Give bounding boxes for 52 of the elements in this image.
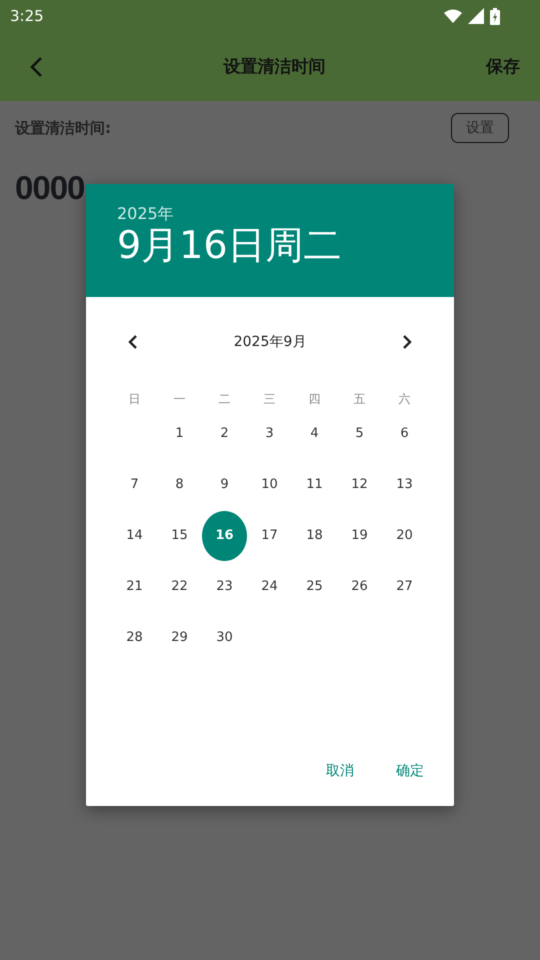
weekday-label: 三: [264, 391, 276, 408]
calendar-day[interactable]: 8: [157, 460, 202, 510]
month-title: 2025年9月: [234, 333, 306, 351]
calendar-day[interactable]: 4: [292, 408, 337, 458]
calendar-day[interactable]: 29: [157, 612, 202, 662]
calendar-day[interactable]: 1: [157, 408, 202, 458]
calendar-day[interactable]: 17: [247, 510, 292, 560]
previous-month-icon[interactable]: [128, 334, 138, 350]
calendar-day[interactable]: 14: [112, 510, 157, 560]
calendar-day[interactable]: 24: [247, 562, 292, 612]
calendar-day[interactable]: 19: [337, 510, 382, 560]
battery-icon: [490, 8, 500, 24]
calendar-day[interactable]: 16: [202, 510, 247, 560]
field-label: 设置清洁时间:: [15, 118, 111, 138]
back-icon[interactable]: [29, 56, 43, 78]
calendar-day[interactable]: 26: [337, 562, 382, 612]
calendar-day[interactable]: 12: [337, 460, 382, 510]
next-month-icon[interactable]: [402, 334, 412, 350]
calendar-day[interactable]: 6: [382, 408, 427, 458]
calendar-day[interactable]: 15: [157, 510, 202, 560]
calendar-day[interactable]: 9: [202, 460, 247, 510]
weekday-label: 四: [308, 391, 320, 408]
calendar-day[interactable]: 2: [202, 408, 247, 458]
calendar-day[interactable]: 30: [202, 612, 247, 662]
weekday-label: 六: [398, 391, 410, 408]
calendar-day[interactable]: 7: [112, 460, 157, 510]
weekday-label: 日: [128, 391, 140, 408]
dialog-button[interactable]: 取消: [318, 754, 362, 788]
calendar-day[interactable]: 5: [337, 408, 382, 458]
calendar-day[interactable]: 11: [292, 460, 337, 510]
calendar-day[interactable]: 23: [202, 562, 247, 612]
calendar-day[interactable]: 18: [292, 510, 337, 560]
weekday-label: 五: [354, 391, 366, 408]
calendar-day[interactable]: 25: [292, 562, 337, 612]
weekday-label: 一: [174, 391, 186, 408]
calendar-day[interactable]: 22: [157, 562, 202, 612]
time-value: 0000: [15, 169, 84, 207]
calendar-day[interactable]: 28: [112, 612, 157, 662]
signal-icon: [468, 8, 484, 24]
dialog-button[interactable]: 确定: [388, 754, 432, 788]
calendar-day[interactable]: 21: [112, 562, 157, 612]
calendar-day[interactable]: 13: [382, 460, 427, 510]
wifi-icon: [444, 9, 462, 23]
calendar-day[interactable]: 20: [382, 510, 427, 560]
status-time: 3:25: [10, 7, 44, 25]
calendar-day[interactable]: 10: [247, 460, 292, 510]
calendar-day[interactable]: 27: [382, 562, 427, 612]
screen-title: 设置清洁时间: [224, 56, 326, 78]
weekday-label: 二: [218, 391, 230, 408]
header-year[interactable]: 2025年: [117, 204, 174, 225]
header-date[interactable]: 9月16日周二: [117, 225, 342, 267]
calendar-day[interactable]: 3: [247, 408, 292, 458]
